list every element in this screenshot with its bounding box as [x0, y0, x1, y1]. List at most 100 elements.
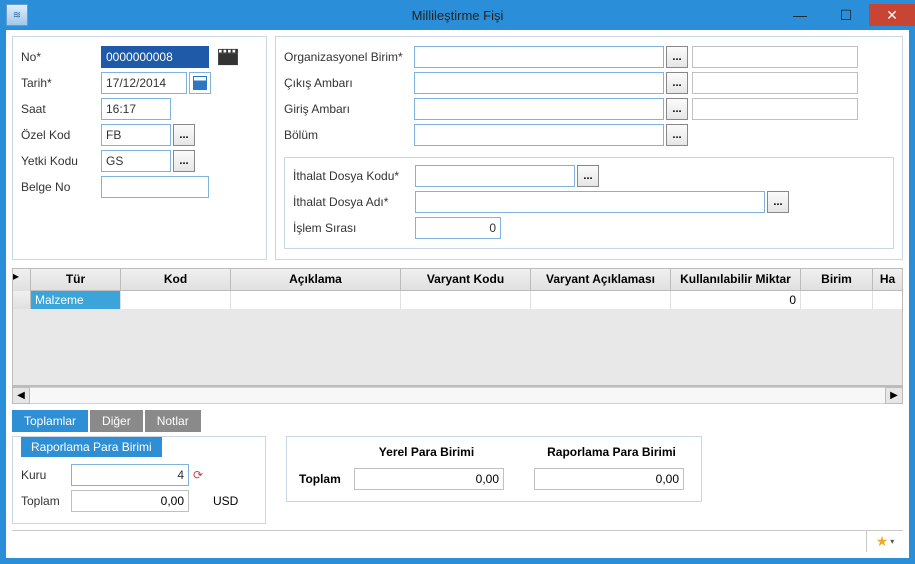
tarih-calendar-button[interactable]: [189, 72, 211, 94]
giris-lookup-button[interactable]: ...: [666, 98, 688, 120]
no-label: No*: [21, 50, 101, 64]
toplam-left-label: Toplam: [21, 494, 71, 508]
tab-toplamlar[interactable]: Toplamlar: [12, 410, 88, 432]
row-cell-ha[interactable]: [873, 291, 902, 309]
ithadi-label: İthalat Dosya Adı*: [293, 195, 415, 209]
toplam-raporlama-value: [534, 468, 684, 490]
app-icon: ≋: [6, 4, 28, 26]
tarih-label: Tarih*: [21, 76, 101, 90]
row-cell-varkod[interactable]: [401, 291, 531, 309]
grid-empty-area: [13, 309, 902, 385]
kuru-input[interactable]: [71, 464, 189, 486]
totals-right-header: Yerel Para Birimi Raporlama Para Birimi: [359, 445, 689, 459]
grid-col-varkod[interactable]: Varyant Kodu: [401, 269, 531, 290]
clapperboard-icon[interactable]: [217, 48, 239, 66]
grid-header: ▸ Tür Kod Açıklama Varyant Kodu Varyant …: [13, 269, 902, 291]
yetkikodu-lookup-button[interactable]: ...: [173, 150, 195, 172]
hscroll-track[interactable]: [30, 387, 885, 404]
currency-label: USD: [213, 494, 238, 508]
fieldset-right: Organizasyonel Birim* ... Çıkış Ambarı .…: [275, 36, 903, 260]
fieldset-left: No*: [12, 36, 267, 260]
client-area: No*: [6, 30, 909, 558]
giris-display: [692, 98, 858, 120]
chevron-down-icon: ▾: [890, 537, 894, 546]
belgeno-input[interactable]: [101, 176, 209, 198]
yetkikodu-input[interactable]: [101, 150, 171, 172]
ithadi-input[interactable]: [415, 191, 765, 213]
statusbar: ★ ▾: [12, 530, 903, 552]
items-grid: ▸ Tür Kod Açıklama Varyant Kodu Varyant …: [12, 268, 903, 386]
tab-notlar[interactable]: Notlar: [145, 410, 201, 432]
star-icon: ★: [876, 533, 889, 550]
no-input[interactable]: [101, 46, 209, 68]
ithkodu-input[interactable]: [415, 165, 575, 187]
saat-label: Saat: [21, 102, 101, 116]
giris-label: Giriş Ambarı: [284, 102, 414, 116]
grid-col-kod[interactable]: Kod: [121, 269, 231, 290]
islem-input[interactable]: [415, 217, 501, 239]
titlebar: ≋ Millileştirme Fişi — ☐ ✕: [0, 0, 915, 30]
cikis-label: Çıkış Ambarı: [284, 76, 414, 90]
grid-hscrollbar[interactable]: ◀ ▶: [12, 386, 903, 404]
ozelkod-input[interactable]: [101, 124, 171, 146]
form-top: No*: [12, 36, 903, 260]
org-lookup-button[interactable]: ...: [666, 46, 688, 68]
grid-col-tur[interactable]: Tür: [31, 269, 121, 290]
row-cell-birim[interactable]: [801, 291, 873, 309]
tabs: Toplamlar Diğer Notlar: [12, 410, 903, 432]
yetkikodu-label: Yetki Kodu: [21, 154, 101, 168]
grid-col-varacik[interactable]: Varyant Açıklaması: [531, 269, 671, 290]
toplam-yerel-value: [354, 468, 504, 490]
tab-diger[interactable]: Diğer: [90, 410, 143, 432]
calendar-icon: [193, 76, 207, 90]
grid-body: Malzeme 0: [13, 291, 902, 385]
row-cell-kulmik[interactable]: 0: [671, 291, 801, 309]
table-row[interactable]: Malzeme 0: [13, 291, 902, 309]
islem-label: İşlem Sırası: [293, 221, 415, 235]
close-button[interactable]: ✕: [869, 4, 915, 26]
row-cell-tur[interactable]: Malzeme: [31, 291, 121, 309]
hscroll-right-button[interactable]: ▶: [885, 387, 903, 404]
totals-area: Raporlama Para Birimi Kuru ⟳ Toplam USD …: [12, 436, 903, 524]
org-display: [692, 46, 858, 68]
totals-right-panel: Yerel Para Birimi Raporlama Para Birimi …: [286, 436, 702, 502]
ithkodu-label: İthalat Dosya Kodu*: [293, 169, 415, 183]
giris-input[interactable]: [414, 98, 664, 120]
bolum-lookup-button[interactable]: ...: [666, 124, 688, 146]
toplam-right-label: Toplam: [299, 472, 354, 486]
ithalat-fieldset: İthalat Dosya Kodu* ... İthalat Dosya Ad…: [284, 157, 894, 249]
row-cell-kod[interactable]: [121, 291, 231, 309]
belgeno-label: Belge No: [21, 180, 101, 194]
cikis-input[interactable]: [414, 72, 664, 94]
maximize-button[interactable]: ☐: [823, 4, 869, 26]
ozelkod-label: Özel Kod: [21, 128, 101, 142]
hscroll-left-button[interactable]: ◀: [12, 387, 30, 404]
titlebar-buttons: — ☐ ✕: [777, 4, 915, 26]
ithadi-lookup-button[interactable]: ...: [767, 191, 789, 213]
tarih-input[interactable]: [101, 72, 187, 94]
grid-col-kulmik[interactable]: Kullanılabilir Miktar: [671, 269, 801, 290]
row-cell-aciklama[interactable]: [231, 291, 401, 309]
org-input[interactable]: [414, 46, 664, 68]
grid-col-aciklama[interactable]: Açıklama: [231, 269, 401, 290]
row-cell-varacik[interactable]: [531, 291, 671, 309]
app-window: ≋ Millileştirme Fişi — ☐ ✕ No*: [0, 0, 915, 564]
row-selector[interactable]: [13, 291, 31, 309]
cikis-display: [692, 72, 858, 94]
totals-left-panel: Raporlama Para Birimi Kuru ⟳ Toplam USD: [12, 436, 266, 524]
ithkodu-lookup-button[interactable]: ...: [577, 165, 599, 187]
ozelkod-lookup-button[interactable]: ...: [173, 124, 195, 146]
cikis-lookup-button[interactable]: ...: [666, 72, 688, 94]
bolum-label: Bölüm: [284, 128, 414, 142]
col-raporlama: Raporlama Para Birimi: [534, 445, 689, 459]
grid-header-selector[interactable]: ▸: [13, 269, 31, 291]
grid-col-birim[interactable]: Birim: [801, 269, 873, 290]
statusbar-favorites[interactable]: ★ ▾: [867, 531, 903, 552]
refresh-icon[interactable]: ⟳: [193, 468, 203, 482]
subtab-raporlama[interactable]: Raporlama Para Birimi: [21, 437, 162, 457]
minimize-button[interactable]: —: [777, 4, 823, 26]
grid-col-ha[interactable]: Ha: [873, 269, 902, 290]
saat-input[interactable]: [101, 98, 171, 120]
bolum-input[interactable]: [414, 124, 664, 146]
kuru-label: Kuru: [21, 468, 71, 482]
